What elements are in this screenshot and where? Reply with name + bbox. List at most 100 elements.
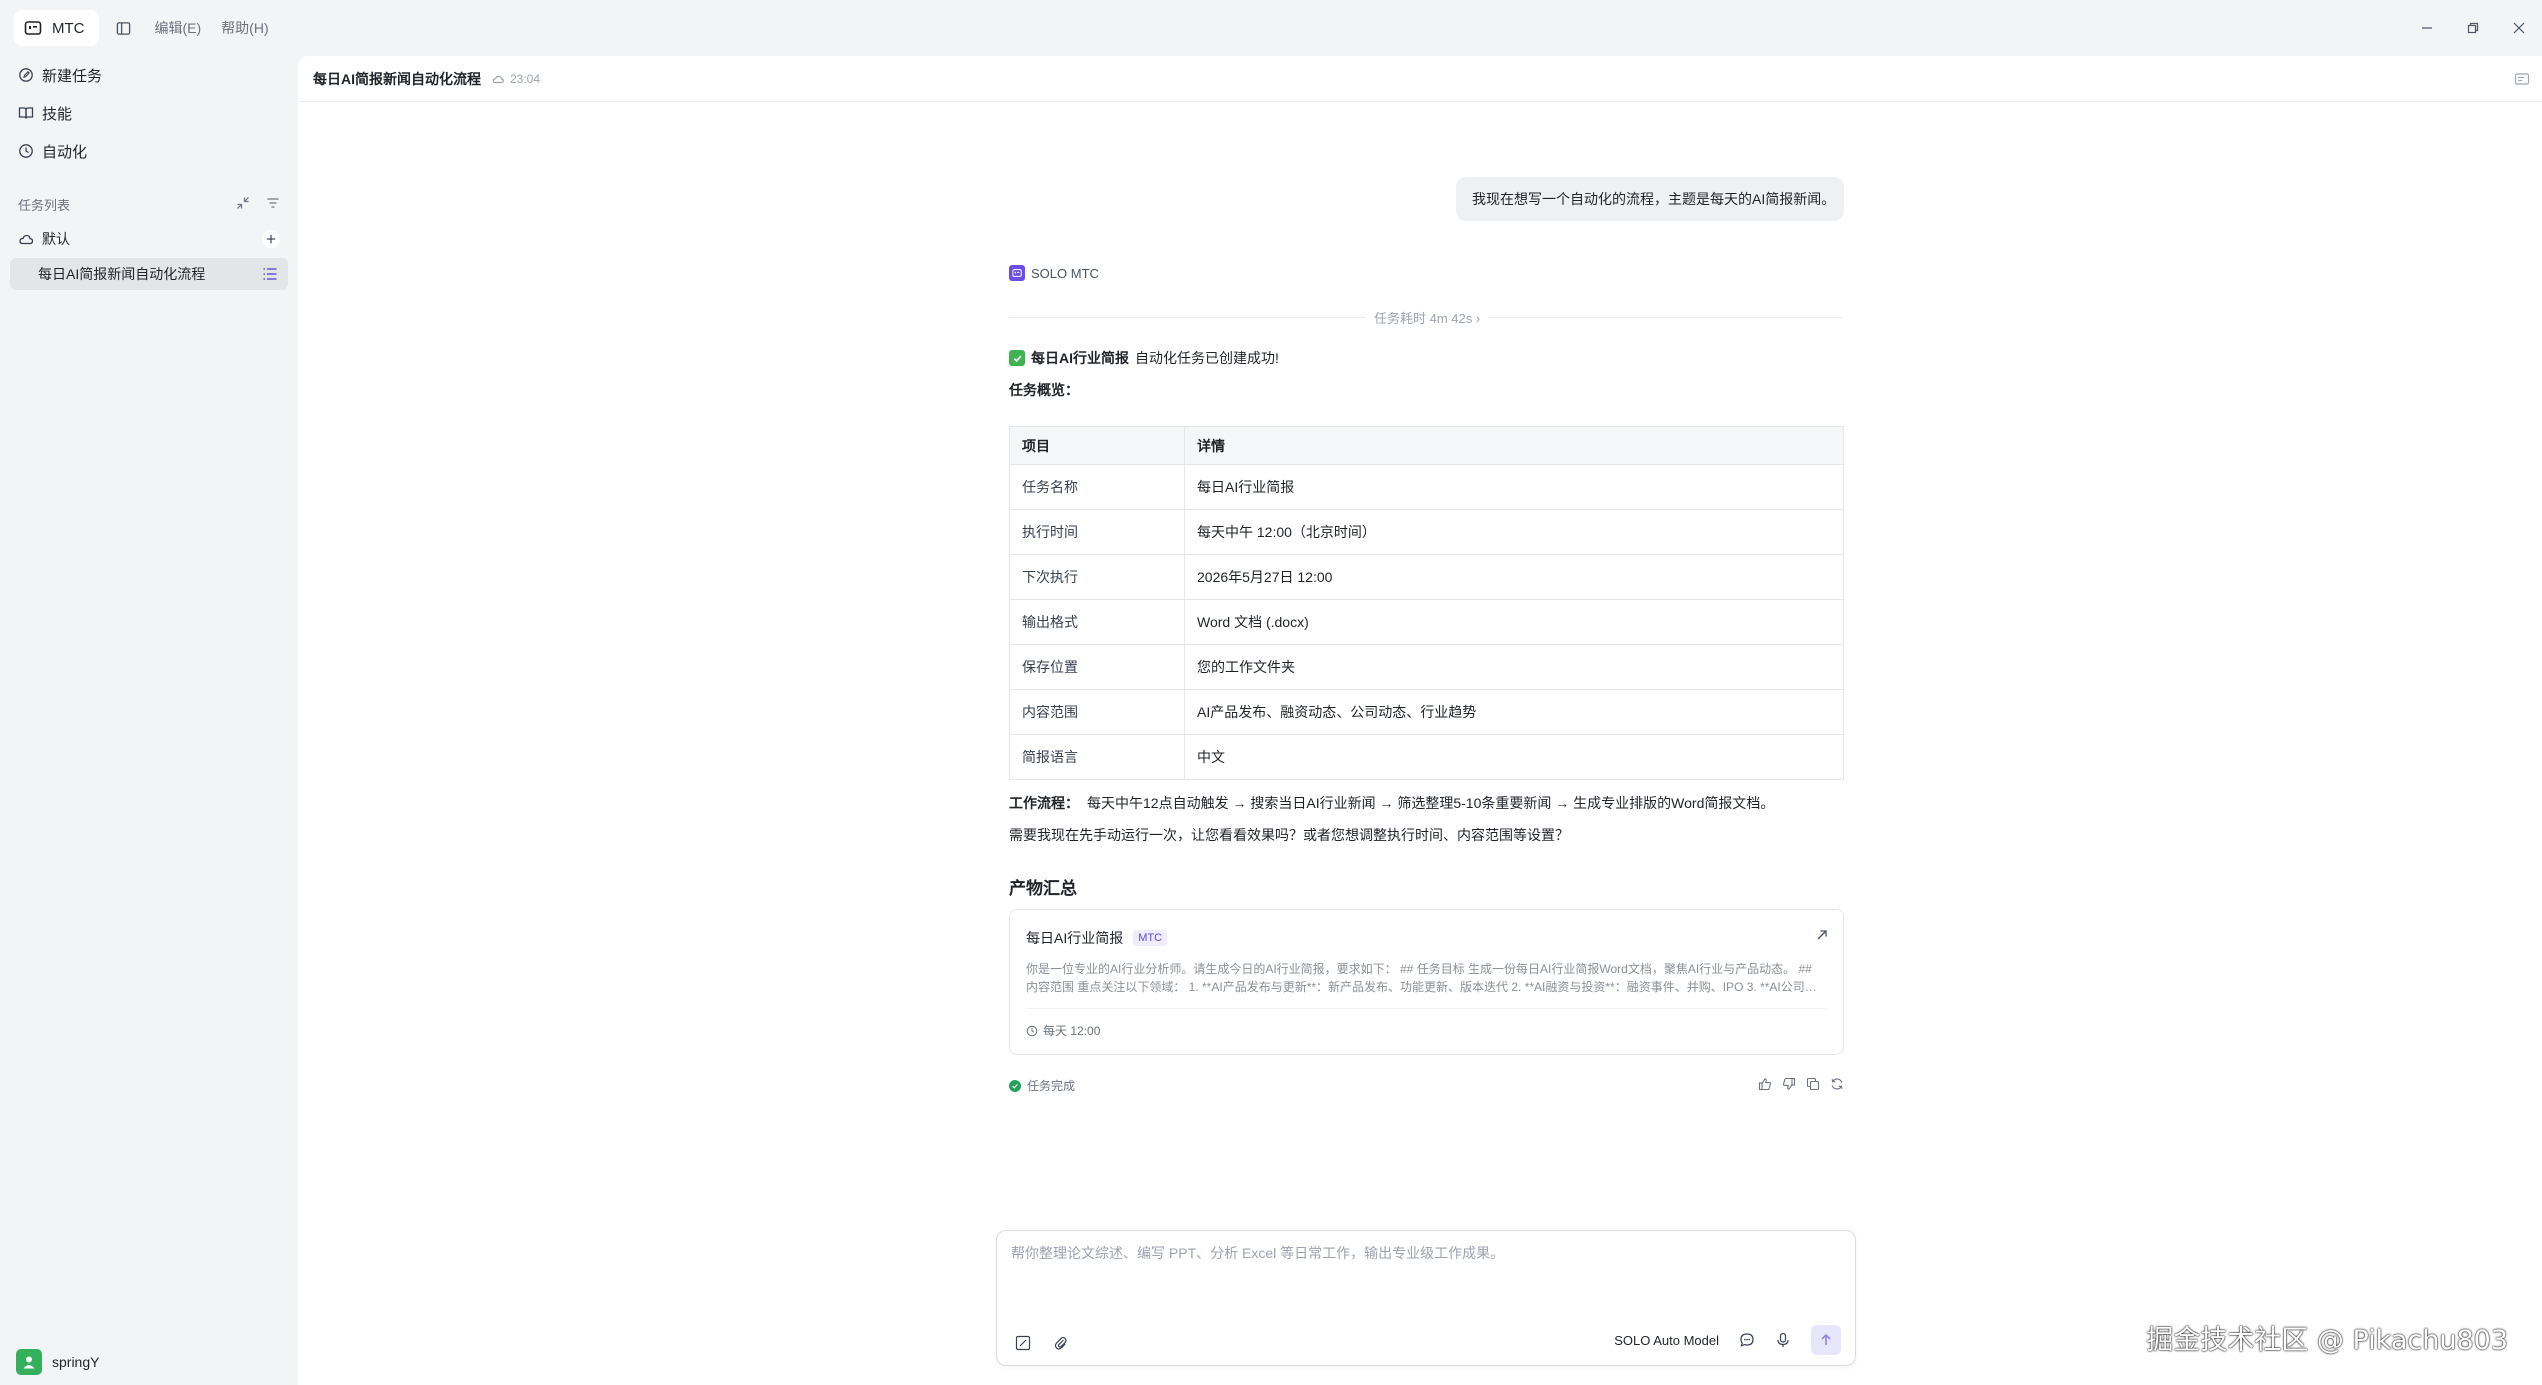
- table-cell-key: 简报语言: [1009, 734, 1185, 780]
- artifact-title-row: 每日AI行业简报 MTC: [1026, 928, 1168, 948]
- status-check-icon: [1009, 1079, 1021, 1092]
- menu-help[interactable]: 帮助(H): [221, 18, 268, 38]
- agent-logo-icon: [1009, 265, 1025, 281]
- watermark: 掘金技术社区 @ Pikachu803: [2146, 1325, 2508, 1356]
- table-row: 任务名称 每日AI行业简报: [1009, 464, 1844, 510]
- minimize-icon: [2422, 27, 2432, 29]
- conversation-time: 23:04: [491, 72, 540, 86]
- table-cell-key: 下次执行: [1009, 554, 1185, 600]
- sidebar: 新建任务 技能 自动化 任务列表 默认 每日AI简报新闻自动化流程 spring…: [0, 56, 298, 1385]
- artifact-divider: [1026, 1008, 1827, 1009]
- conversation-time-text: 23:04: [510, 71, 541, 86]
- main-panel: 每日AI简报新闻自动化流程 23:04 我现在想写一个自动化的流程，主题是每天的…: [298, 56, 2542, 1385]
- sidebar-item-automation[interactable]: 自动化: [10, 132, 288, 170]
- table-row: 下次执行 2026年5月27日 12:00: [1009, 554, 1844, 600]
- feedback-actions: [1758, 1077, 1844, 1091]
- avatar: [16, 1349, 42, 1375]
- task-list-icon[interactable]: [262, 266, 278, 282]
- table-header-detail: 详情: [1184, 426, 1844, 465]
- conversation-header: 每日AI简报新闻自动化流程 23:04: [298, 56, 2542, 102]
- thumbs-up-button[interactable]: [1758, 1077, 1772, 1091]
- sidebar-toggle-button[interactable]: [113, 17, 135, 39]
- message-input[interactable]: [1011, 1243, 1831, 1303]
- artifact-schedule: 每天 12:00: [1026, 1022, 1100, 1039]
- table-row: 简报语言 中文: [1009, 734, 1844, 780]
- sidebar-item-skills[interactable]: 技能: [10, 94, 288, 132]
- checkmark-icon: [1009, 350, 1025, 366]
- filter-button[interactable]: [266, 196, 280, 213]
- workflow-label: 工作流程：: [1009, 795, 1079, 811]
- voice-input-button[interactable]: [1775, 1332, 1791, 1348]
- artifact-heading: 产物汇总: [1009, 879, 1077, 898]
- table-header-row: 项目 详情: [1009, 426, 1844, 465]
- task-overview-table: 项目 详情 任务名称 每日AI行业简报 执行时间 每天中午 12:00（北京时间） …: [1009, 426, 1844, 780]
- collapse-all-button[interactable]: [236, 196, 250, 213]
- attach-button[interactable]: [1053, 1335, 1069, 1351]
- chat-bubble-icon: [1740, 1333, 1754, 1347]
- task-group-default[interactable]: 默认: [10, 222, 288, 256]
- model-selector[interactable]: SOLO Auto Model: [1614, 1333, 1719, 1348]
- sidebar-item-label: 自动化: [42, 143, 88, 161]
- user-message-text: 我现在想写一个自动化的流程，主题是每天的AI简报新闻。: [1472, 191, 1836, 207]
- restore-button[interactable]: [2450, 0, 2496, 56]
- sidebar-toggle-icon: [116, 21, 131, 35]
- artifact-tag: MTC: [1133, 930, 1168, 946]
- sidebar-item-label: 技能: [42, 105, 73, 123]
- close-button[interactable]: [2496, 0, 2542, 56]
- cloud-icon: [19, 234, 34, 245]
- app-logo-icon: [24, 21, 42, 35]
- success-text: 自动化任务已创建成功!: [1135, 350, 1279, 366]
- plus-icon: [266, 234, 276, 244]
- task-item-active[interactable]: 每日AI简报新闻自动化流程: [10, 258, 288, 290]
- thumbs-down-button[interactable]: [1782, 1077, 1796, 1091]
- table-row: 执行时间 每天中午 12:00（北京时间）: [1009, 509, 1844, 555]
- table-row: 内容范围 AI产品发布、融资动态、公司动态、行业趋势: [1009, 689, 1844, 735]
- filter-icon: [267, 197, 279, 208]
- minimize-button[interactable]: [2404, 0, 2450, 56]
- book-icon: [18, 107, 34, 119]
- thumbs-up-icon: [1758, 1078, 1772, 1091]
- paperclip-icon: [1054, 1336, 1067, 1350]
- message-composer: SOLO Auto Model: [996, 1230, 1856, 1366]
- agent-name: SOLO MTC: [1031, 265, 1099, 281]
- table-cell-value: 每日AI行业简报: [1184, 464, 1844, 510]
- table-row: 输出格式 Word 文档 (.docx): [1009, 599, 1844, 645]
- task-duration-toggle[interactable]: 任务耗时 4m 42s ›: [1366, 308, 1489, 327]
- sidebar-item-new-task[interactable]: 新建任务: [10, 56, 288, 94]
- task-list-label: 任务列表: [18, 197, 71, 213]
- close-icon: [2513, 22, 2525, 34]
- workflow-line: 工作流程： 每天中午12点自动触发 → 搜索当日AI行业新闻 → 筛选整理5-10…: [1009, 793, 1774, 813]
- send-button[interactable]: [1811, 1325, 1841, 1355]
- edit-mode-button[interactable]: [1015, 1335, 1031, 1351]
- overview-label: 任务概览：: [1009, 382, 1079, 398]
- refresh-icon: [1831, 1078, 1843, 1090]
- table-cell-key: 保存位置: [1009, 644, 1185, 690]
- open-external-icon[interactable]: [1815, 928, 1829, 942]
- table-cell-value: 每天中午 12:00（北京时间）: [1184, 509, 1844, 555]
- panel-toggle-icon[interactable]: [2514, 71, 2530, 87]
- menu-edit[interactable]: 编辑(E): [155, 18, 202, 38]
- chat-mode-button[interactable]: [1739, 1332, 1755, 1348]
- restore-icon: [2467, 22, 2479, 34]
- workflow-text: 每天中午12点自动触发 → 搜索当日AI行业新闻 → 筛选整理5-10条重要新闻…: [1087, 795, 1775, 811]
- collapse-arrows-icon: [237, 196, 249, 209]
- user-profile[interactable]: springY: [16, 1349, 99, 1375]
- app-switcher[interactable]: MTC: [14, 10, 99, 46]
- artifact-schedule-text: 每天 12:00: [1043, 1024, 1101, 1038]
- artifact-card[interactable]: 每日AI行业简报 MTC 你是一位专业的AI行业分析师。请生成今日的AI行业简报…: [1009, 909, 1844, 1055]
- task-group-label: 默认: [42, 231, 70, 247]
- table-cell-value: Word 文档 (.docx): [1184, 599, 1844, 645]
- arrow-up-icon: [1821, 1333, 1831, 1345]
- app-name: MTC: [52, 19, 85, 37]
- success-task-name: 每日AI行业简报: [1031, 350, 1129, 366]
- sidebar-item-label: 新建任务: [42, 67, 103, 85]
- status-text: 任务完成: [1027, 1079, 1076, 1093]
- copy-icon: [1806, 1077, 1820, 1091]
- add-task-button[interactable]: [262, 230, 280, 248]
- regenerate-button[interactable]: [1830, 1077, 1844, 1091]
- table-cell-value: 2026年5月27日 12:00: [1184, 554, 1844, 600]
- table-cell-value: AI产品发布、融资动态、公司动态、行业趋势: [1184, 689, 1844, 735]
- copy-button[interactable]: [1806, 1077, 1820, 1091]
- microphone-icon: [1777, 1332, 1789, 1347]
- table-cell-key: 任务名称: [1009, 464, 1185, 510]
